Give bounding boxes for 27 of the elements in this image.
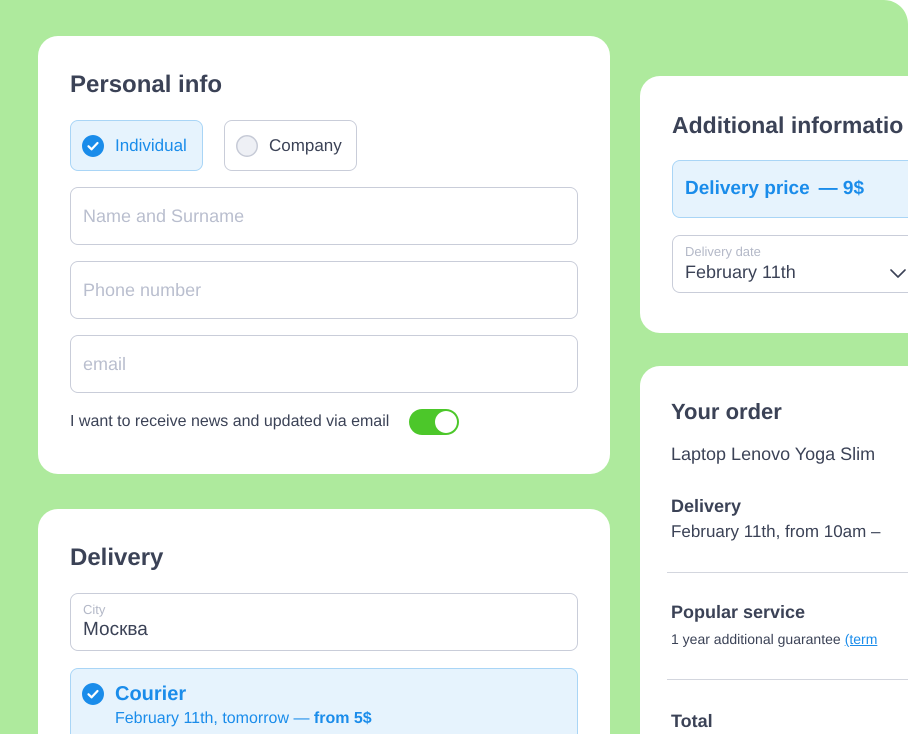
- newsletter-toggle[interactable]: [409, 409, 460, 435]
- delivery-method-name: Courier: [115, 682, 188, 706]
- check-circle-icon: [82, 683, 104, 705]
- name-field[interactable]: Name and Surname: [70, 187, 578, 245]
- chevron-down-icon: [890, 269, 906, 278]
- check-circle-icon: [82, 134, 104, 156]
- delivery-date-dropdown[interactable]: Delivery date February 11th: [672, 235, 908, 293]
- order-section-text: February 11th, from 10am –: [671, 521, 880, 543]
- city-field[interactable]: City Москва: [70, 593, 578, 651]
- order-section-heading: Delivery: [671, 495, 742, 518]
- section-title: Delivery: [70, 543, 164, 573]
- section-title: Your order: [671, 398, 782, 426]
- guarantee-text: 1 year additional guarantee (term: [671, 630, 878, 649]
- terms-link[interactable]: (term: [844, 631, 878, 647]
- order-section-heading: Total: [671, 712, 713, 730]
- newsletter-label: I want to receive news and updated via email: [70, 412, 390, 432]
- product-name: Laptop Lenovo Yoga Slim: [671, 443, 876, 466]
- delivery-method-detail: February 11th, tomorrow — from 5$: [115, 709, 372, 729]
- radio-circle-icon: [236, 134, 258, 156]
- phone-field[interactable]: Phone number: [70, 261, 578, 319]
- section-title: Personal info: [70, 70, 222, 100]
- order-section-heading: Popular service: [671, 601, 806, 624]
- delivery-price-value: — 9$: [818, 176, 864, 201]
- email-field[interactable]: email: [70, 335, 578, 393]
- section-title: Additional informatio: [672, 111, 904, 140]
- customer-type-option[interactable]: Company: [224, 120, 357, 171]
- delivery-price-label: Delivery price: [685, 176, 810, 201]
